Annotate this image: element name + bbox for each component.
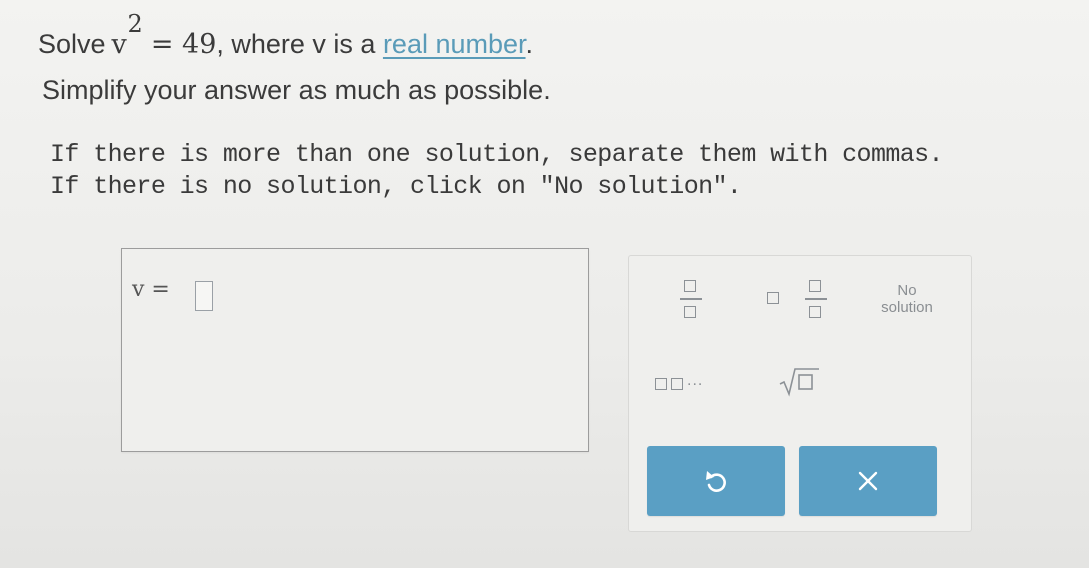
real-number-link[interactable]: real number [383,29,526,59]
mixed-number-button[interactable] [767,278,827,324]
equation-rhs: = 49 [150,29,217,60]
solve-label: Solve [38,29,106,59]
square-root-button[interactable] [777,364,821,398]
mixed-fraction-bar-icon [805,298,827,300]
fraction-numerator-icon [684,280,696,292]
multi-solution-instruction: If there is more than one solution, sepa… [50,140,944,169]
where-text: , where v is a [216,29,383,59]
math-keypad: No solution ... [628,255,972,532]
list-box-icon [671,378,683,390]
no-solution-button[interactable]: No solution [867,282,947,322]
equation-variable: v2 [112,10,143,65]
mixed-whole-icon [767,292,779,304]
answer-input[interactable] [195,281,213,311]
no-solution-instruction: If there is no solution, click on "No so… [50,172,742,201]
fraction-bar-icon [680,298,702,300]
answer-area: v = [121,248,589,452]
ellipsis-text: ... [687,372,704,389]
simplify-instruction: Simplify your answer as much as possible… [42,75,551,105]
close-icon [858,471,878,491]
undo-icon [706,471,726,492]
mixed-numerator-icon [809,280,821,292]
problem-statement: Solve v 2 = 49, where v is a real number. [38,10,534,65]
square-root-icon [779,368,819,397]
fraction-button[interactable] [677,278,705,324]
no-solution-label-line2: solution [881,299,933,316]
answer-label: v = [132,277,170,302]
list-ellipsis-button[interactable]: ... [655,372,725,396]
list-box-icon [655,378,667,390]
period: . [525,29,534,59]
no-solution-label-line1: No [897,282,917,299]
undo-button[interactable] [647,446,785,516]
fraction-denominator-icon [684,306,696,318]
equation-exponent: 2 [127,10,143,38]
mixed-denominator-icon [809,306,821,318]
clear-button[interactable] [799,446,937,516]
